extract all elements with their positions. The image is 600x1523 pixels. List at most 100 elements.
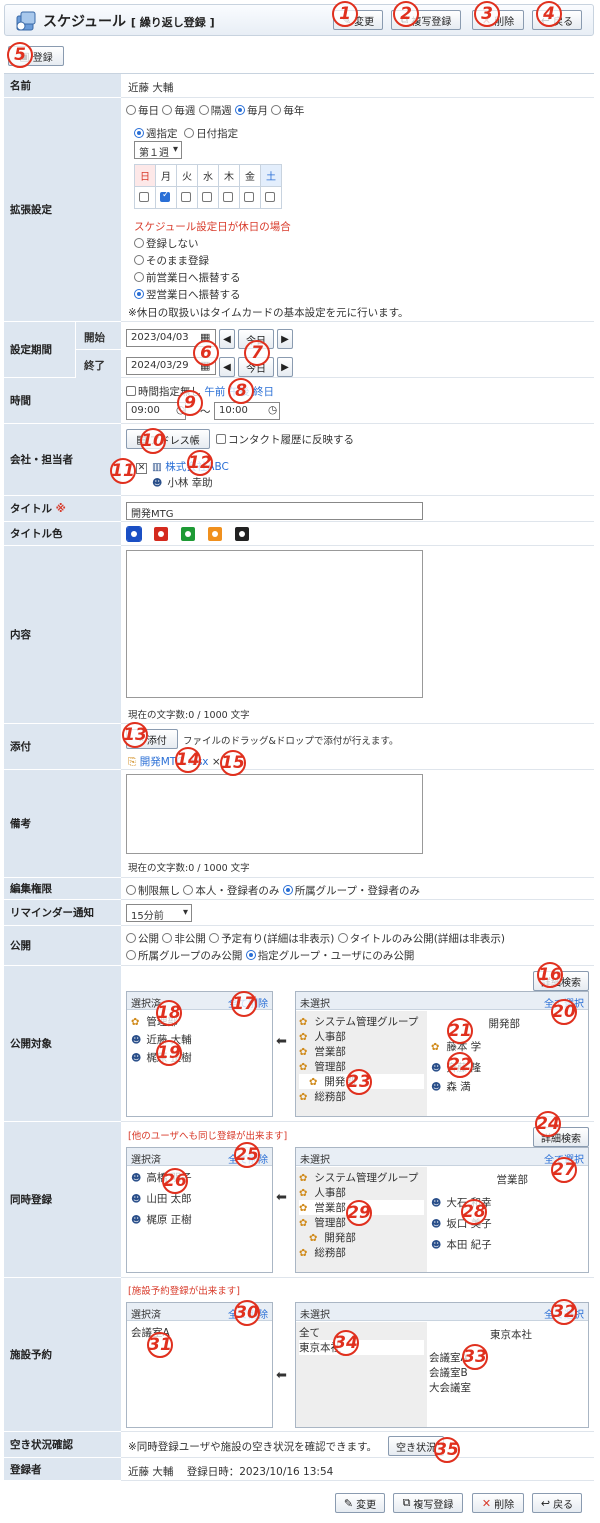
day-check-tue[interactable]: [176, 186, 198, 209]
title-color-option-2[interactable]: [154, 527, 168, 541]
contact-history-checkbox[interactable]: コンタクト履歴に反映する: [216, 432, 354, 447]
am-link[interactable]: 午前: [204, 386, 225, 398]
list-item[interactable]: ☻ 山田 太郎: [131, 1191, 268, 1206]
building-icon: ▥: [152, 461, 162, 473]
day-check-wed[interactable]: [197, 186, 219, 209]
perm-none[interactable]: 制限無し: [126, 885, 180, 897]
add-arrow-icon[interactable]: ⬅: [276, 1368, 287, 1383]
delete-icon: ✕: [481, 1496, 492, 1510]
target-selected-list: ✿ 管理部 ☻ 近藤 大輔 ☻ 梶原 正樹: [127, 1010, 272, 1069]
end-prev-button[interactable]: ◀: [219, 357, 235, 377]
add-arrow-icon[interactable]: ⬅: [276, 1034, 287, 1049]
remove-company-icon[interactable]: ✕: [136, 463, 147, 474]
title-color-option-3[interactable]: [181, 527, 195, 541]
list-item[interactable]: 会議室A: [429, 1350, 584, 1365]
list-item[interactable]: 会議室B: [429, 1365, 584, 1380]
list-item[interactable]: ☻ 坂口 美子: [431, 1216, 586, 1231]
perm-group[interactable]: 所属グループ・登録者のみ: [282, 885, 420, 897]
list-item[interactable]: ✿ 総務部: [299, 1245, 424, 1260]
list-item[interactable]: ☻ 梶原 正樹: [131, 1050, 268, 1065]
freq-weekly[interactable]: 毎週: [162, 105, 195, 117]
target-unselected-header: 未選択全て選択: [296, 992, 588, 1010]
page-title: スケジュール [ 繰り返し登録 ]: [43, 14, 215, 30]
content-count: 現在の文字数:0 / 1000 文字: [128, 710, 250, 721]
next-icon: ▶: [281, 333, 289, 345]
facility-group-list: 全て 東京本社: [296, 1322, 427, 1427]
reminder-select[interactable]: 15分前: [126, 904, 192, 922]
holiday-opt-keep[interactable]: そのまま登録: [134, 253, 209, 268]
list-item[interactable]: ✿ システム管理グループ: [299, 1170, 424, 1185]
address-book-button[interactable]: ▤アドレス帳: [126, 429, 210, 449]
freq-daily[interactable]: 毎日: [126, 105, 159, 117]
list-item[interactable]: ✿ 開発部: [299, 1230, 424, 1245]
back-button-bottom[interactable]: ↩ 戻る: [532, 1493, 582, 1513]
name-value: 近藤 大輔: [128, 82, 174, 94]
list-item[interactable]: ✿ 人事部: [299, 1029, 424, 1044]
day-thu: 木: [218, 164, 240, 187]
group-icon: ✿: [299, 1203, 308, 1214]
prev-icon: ◀: [223, 361, 231, 373]
day-check-fri[interactable]: [239, 186, 261, 209]
holiday-opt-prev[interactable]: 前営業日へ振替する: [134, 270, 241, 285]
list-item[interactable]: ☻ 大石 和幸: [431, 1195, 586, 1210]
freq-yearly[interactable]: 毎年: [271, 105, 304, 117]
day-check-sat[interactable]: [260, 186, 282, 209]
content-textarea[interactable]: [126, 550, 423, 698]
list-item[interactable]: ✿ 人事部: [299, 1185, 424, 1200]
simul-unselected-header: 未選択全て選択: [296, 1148, 588, 1166]
freq-biweekly[interactable]: 隔週: [198, 105, 232, 117]
label-end: 終了: [75, 350, 121, 378]
pub-group-only[interactable]: 所属グループのみ公開: [126, 950, 242, 962]
title-color-option-1[interactable]: [126, 526, 142, 542]
clock-icon-end[interactable]: ◷: [268, 404, 277, 416]
holiday-opt-none[interactable]: 登録しない: [134, 236, 199, 251]
edit-button-bottom[interactable]: ✎ 変更: [335, 1493, 385, 1513]
label-availability: 空き状況確認: [4, 1432, 121, 1458]
day-wed: 水: [197, 164, 219, 187]
list-item[interactable]: ☻ 梶原 正樹: [131, 1212, 268, 1227]
holiday-opt-next[interactable]: 翌営業日へ振替する: [134, 287, 241, 302]
label-simul: 同時登録: [4, 1122, 121, 1278]
list-item[interactable]: 大会議室: [429, 1380, 584, 1395]
marker-2: 2: [393, 1, 419, 27]
pub-private[interactable]: 非公開: [162, 933, 206, 945]
simul-note: [他のユーザへも同じ登録が出来ます]: [128, 1131, 288, 1142]
freq-monthly[interactable]: 毎月: [235, 105, 268, 117]
title-color-option-4[interactable]: [208, 527, 222, 541]
label-content: 内容: [4, 546, 121, 724]
user-icon: ☻: [152, 478, 163, 489]
start-prev-button[interactable]: ◀: [219, 329, 235, 349]
spec-date[interactable]: 日付指定: [184, 128, 238, 140]
list-item[interactable]: ☻ 本田 紀子: [431, 1237, 586, 1252]
add-arrow-icon[interactable]: ⬅: [276, 1190, 287, 1205]
end-next-button[interactable]: ▶: [277, 357, 293, 377]
pub-busy[interactable]: 予定有り(詳細は非表示): [209, 933, 334, 945]
perm-self[interactable]: 本人・登録者のみ: [183, 885, 279, 897]
list-item[interactable]: 東京本社: [299, 1340, 424, 1355]
list-item[interactable]: ☻ 高橋 明子: [131, 1170, 268, 1185]
title-input[interactable]: 開発MTG: [126, 502, 423, 520]
list-item[interactable]: ✿ システム管理グループ: [299, 1014, 424, 1029]
pub-specified[interactable]: 指定グループ・ユーザにのみ公開: [245, 950, 414, 962]
day-check-mon[interactable]: [155, 186, 177, 209]
start-next-button[interactable]: ▶: [277, 329, 293, 349]
pub-title-only[interactable]: タイトルのみ公開(詳細は非表示): [337, 933, 505, 945]
page-subtitle: [ 繰り返し登録 ]: [130, 16, 215, 29]
list-item[interactable]: ☻ 森 満: [431, 1079, 586, 1094]
week-select[interactable]: 第１週: [134, 141, 182, 159]
day-check-sun[interactable]: [134, 186, 156, 209]
allday-link[interactable]: 終日: [253, 386, 274, 398]
day-check-thu[interactable]: [218, 186, 240, 209]
user-icon: ☻: [131, 1035, 142, 1046]
pub-public[interactable]: 公開: [126, 933, 159, 945]
list-item[interactable]: ☻ 近藤 大輔: [131, 1032, 268, 1047]
label-facility: 施設予約: [4, 1278, 121, 1432]
list-item[interactable]: 全て: [299, 1325, 424, 1340]
marker-17: 17: [231, 991, 257, 1017]
title-color-option-5[interactable]: [235, 527, 249, 541]
delete-button-bottom[interactable]: ✕ 削除: [472, 1493, 524, 1513]
spec-week[interactable]: 週指定: [134, 128, 178, 140]
list-item[interactable]: ✿ 営業部: [299, 1044, 424, 1059]
copy-register-button-bottom[interactable]: ⧉ 複写登録: [393, 1493, 463, 1513]
memo-textarea[interactable]: [126, 774, 423, 854]
